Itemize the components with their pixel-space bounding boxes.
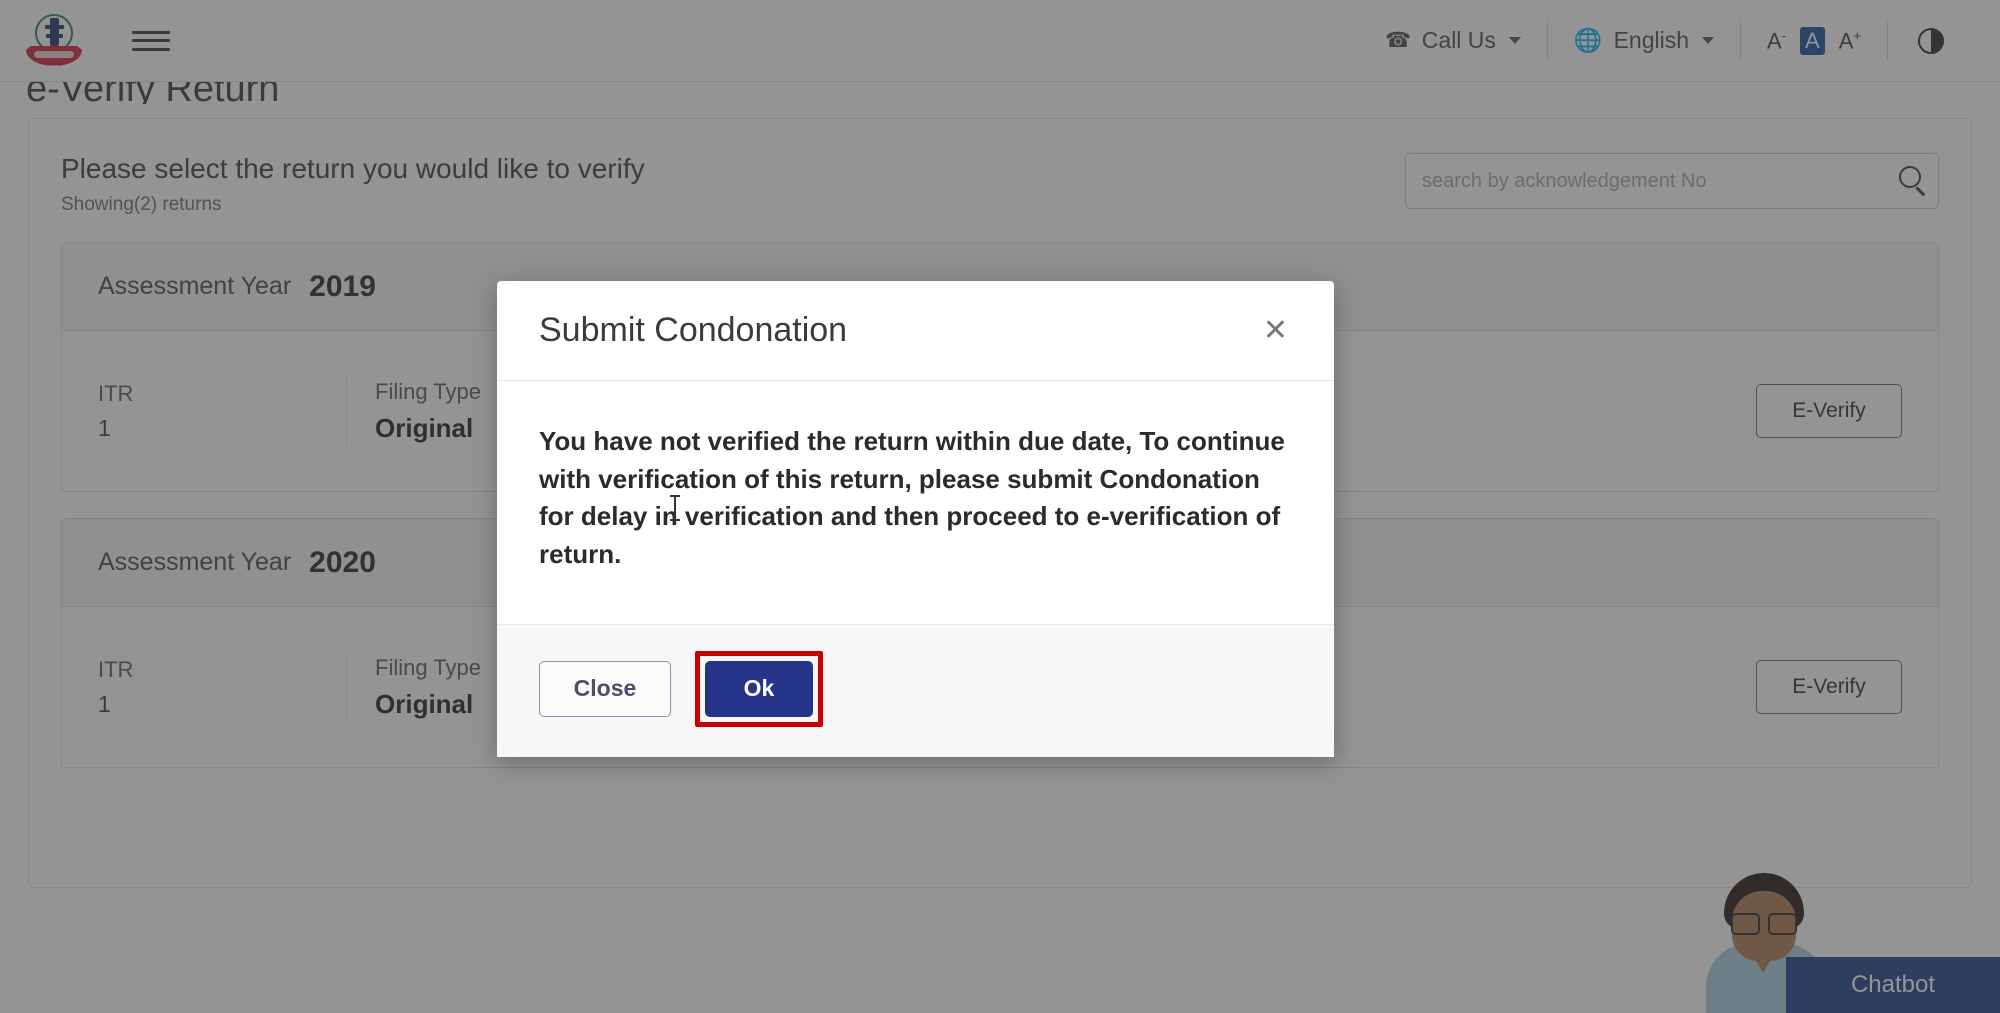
close-button[interactable]: Close (539, 660, 671, 717)
dialog-message-wrapper: You have not verified the return within … (497, 381, 1334, 624)
text-cursor-icon (670, 495, 680, 521)
submit-condonation-dialog: Submit Condonation ✕ You have not verifi… (497, 281, 1334, 757)
dialog-header: Submit Condonation ✕ (497, 281, 1334, 381)
dialog-actions: Close Ok (497, 623, 1334, 757)
dialog-message: You have not verified the return within … (539, 426, 1285, 570)
dialog-title: Submit Condonation (539, 311, 848, 349)
ok-button[interactable]: Ok (705, 660, 813, 717)
close-icon[interactable]: ✕ (1259, 310, 1292, 352)
ok-button-highlight: Ok (695, 650, 823, 727)
